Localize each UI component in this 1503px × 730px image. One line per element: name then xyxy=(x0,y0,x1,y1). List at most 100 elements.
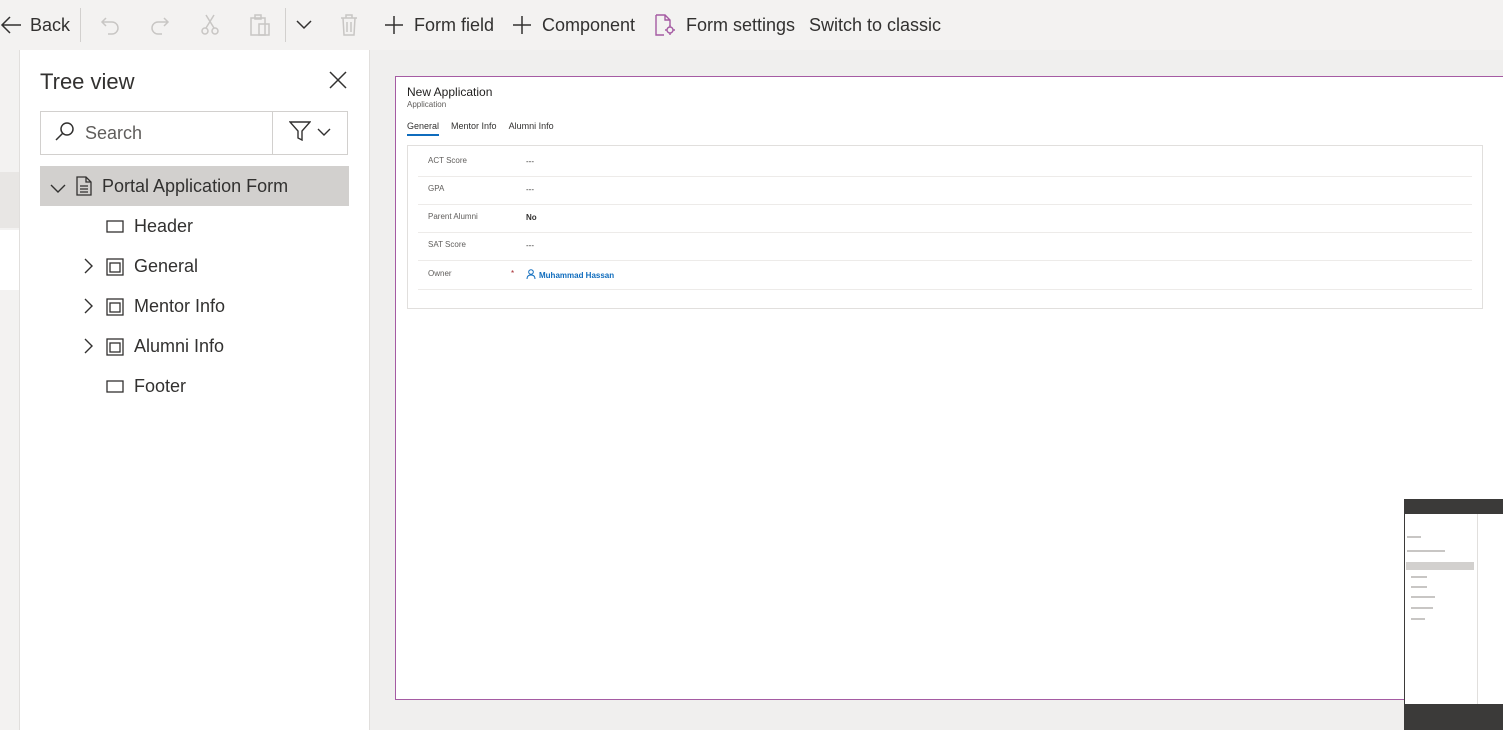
thumb-line xyxy=(1411,586,1427,588)
thumb-line xyxy=(1411,576,1427,578)
form-field-label: Form field xyxy=(414,14,495,35)
thumb-line xyxy=(1411,596,1435,598)
tab-icon xyxy=(106,298,124,321)
back-label: Back xyxy=(30,14,71,35)
tree-view-title: Tree view xyxy=(40,69,135,94)
form-entity-name: Application xyxy=(407,100,447,109)
chevron-down-icon xyxy=(296,20,312,30)
field-label: Owner xyxy=(428,269,452,278)
thumb-line xyxy=(1411,618,1425,620)
close-icon xyxy=(329,70,347,94)
tree-node-label: General xyxy=(134,256,199,276)
form-tab-general[interactable]: General xyxy=(407,121,440,136)
chevron-down-icon xyxy=(317,124,331,142)
tree-node-label: Mentor Info xyxy=(134,296,226,316)
person-icon xyxy=(526,269,536,281)
search-input[interactable] xyxy=(83,121,257,145)
tree-node-general[interactable]: General xyxy=(40,246,349,286)
tree-node-label: Footer xyxy=(134,376,187,396)
field-value: No xyxy=(526,213,537,222)
tree-view-panel: Tree view Portal Application Form xyxy=(20,50,370,730)
form-settings-button[interactable]: Form settings xyxy=(654,0,795,50)
thumb-line xyxy=(1407,536,1421,538)
filter-button[interactable] xyxy=(273,112,347,154)
tree-node-portal-application-form[interactable]: Portal Application Form xyxy=(40,166,349,206)
delete-button[interactable] xyxy=(340,0,358,50)
paste-button[interactable] xyxy=(249,0,271,50)
trash-icon xyxy=(340,14,358,36)
field-sat-score[interactable]: SAT Score --- xyxy=(418,232,1472,261)
tree-node-label: Portal Application Form xyxy=(102,176,289,196)
form-preview[interactable]: New Application Application General Ment… xyxy=(395,76,1503,700)
scissors-icon xyxy=(200,14,220,36)
add-component-button[interactable]: Component xyxy=(512,0,635,50)
chevron-right-icon[interactable] xyxy=(84,338,94,359)
field-label: Parent Alumni xyxy=(428,212,478,221)
chevron-right-icon[interactable] xyxy=(84,298,94,319)
form-title: New Application xyxy=(407,85,493,99)
chevron-down-icon[interactable] xyxy=(50,178,66,199)
form-tab-alumni-info[interactable]: Alumni Info xyxy=(509,121,554,136)
tree-node-mentor-info[interactable]: Mentor Info xyxy=(40,286,349,326)
screenshot-thumbnail[interactable] xyxy=(1404,499,1503,730)
thumb-line xyxy=(1411,607,1433,609)
plus-icon xyxy=(512,15,532,35)
document-icon xyxy=(76,176,92,201)
search-field[interactable] xyxy=(41,112,273,154)
tree-search-box xyxy=(40,111,348,155)
field-label: SAT Score xyxy=(428,240,466,249)
field-owner[interactable]: Owner * Muhammad Hassan xyxy=(418,261,1472,290)
tab-icon xyxy=(106,338,124,361)
form-settings-label: Form settings xyxy=(686,14,796,35)
cut-button[interactable] xyxy=(200,0,220,50)
thumbnail-content xyxy=(1405,514,1503,704)
tree-node-footer[interactable]: Footer xyxy=(40,366,349,406)
undo-icon xyxy=(100,15,120,35)
arrow-left-icon xyxy=(0,15,22,35)
nav-strip-item[interactable] xyxy=(0,172,19,228)
owner-lookup-link[interactable]: Muhammad Hassan xyxy=(526,269,614,281)
tree-node-label: Header xyxy=(134,216,194,236)
form-canvas: New Application Application General Ment… xyxy=(370,50,1503,730)
plus-icon xyxy=(384,15,404,35)
tree-node-label: Alumni Info xyxy=(134,336,225,356)
field-parent-alumni[interactable]: Parent Alumni No xyxy=(418,204,1472,233)
switch-to-classic-button[interactable]: Switch to classic xyxy=(809,0,941,50)
field-gpa[interactable]: GPA --- xyxy=(418,176,1472,205)
redo-button[interactable] xyxy=(150,0,170,50)
header-icon xyxy=(106,218,124,239)
component-label: Component xyxy=(542,14,636,35)
add-form-field-button[interactable]: Form field xyxy=(384,0,494,50)
required-indicator: * xyxy=(511,269,515,278)
tree-node-alumni-info[interactable]: Alumni Info xyxy=(40,326,349,366)
form-section[interactable]: ACT Score --- GPA --- Parent Alumni No S… xyxy=(407,145,1483,309)
back-button[interactable]: Back xyxy=(0,0,76,50)
tab-icon xyxy=(106,258,124,281)
form-tab-list: General Mentor Info Alumni Info xyxy=(407,121,554,136)
more-dropdown-button[interactable] xyxy=(296,0,312,50)
toolbar-divider xyxy=(285,8,286,42)
toolbar-divider xyxy=(80,8,81,42)
tree-node-header[interactable]: Header xyxy=(40,206,349,246)
field-label: GPA xyxy=(428,184,445,193)
clipboard-icon xyxy=(249,14,271,36)
footer-icon xyxy=(106,378,124,399)
field-label: ACT Score xyxy=(428,156,467,165)
form-settings-icon xyxy=(654,14,676,36)
field-value: --- xyxy=(526,185,534,194)
thumb-line xyxy=(1407,550,1445,552)
form-tab-mentor-info[interactable]: Mentor Info xyxy=(451,121,497,136)
field-value: --- xyxy=(526,157,534,166)
thumb-selected-row xyxy=(1406,562,1474,570)
field-act-score[interactable]: ACT Score --- xyxy=(418,148,1472,177)
field-value: --- xyxy=(526,241,534,250)
nav-strip-item-active[interactable] xyxy=(0,230,19,290)
undo-button[interactable] xyxy=(100,0,120,50)
redo-icon xyxy=(150,15,170,35)
chevron-right-icon[interactable] xyxy=(84,258,94,279)
switch-to-classic-label: Switch to classic xyxy=(809,14,942,35)
close-tree-button[interactable] xyxy=(326,70,350,94)
filter-icon xyxy=(288,120,312,146)
owner-name: Muhammad Hassan xyxy=(539,270,615,280)
thumbnail-tree xyxy=(1405,514,1478,704)
